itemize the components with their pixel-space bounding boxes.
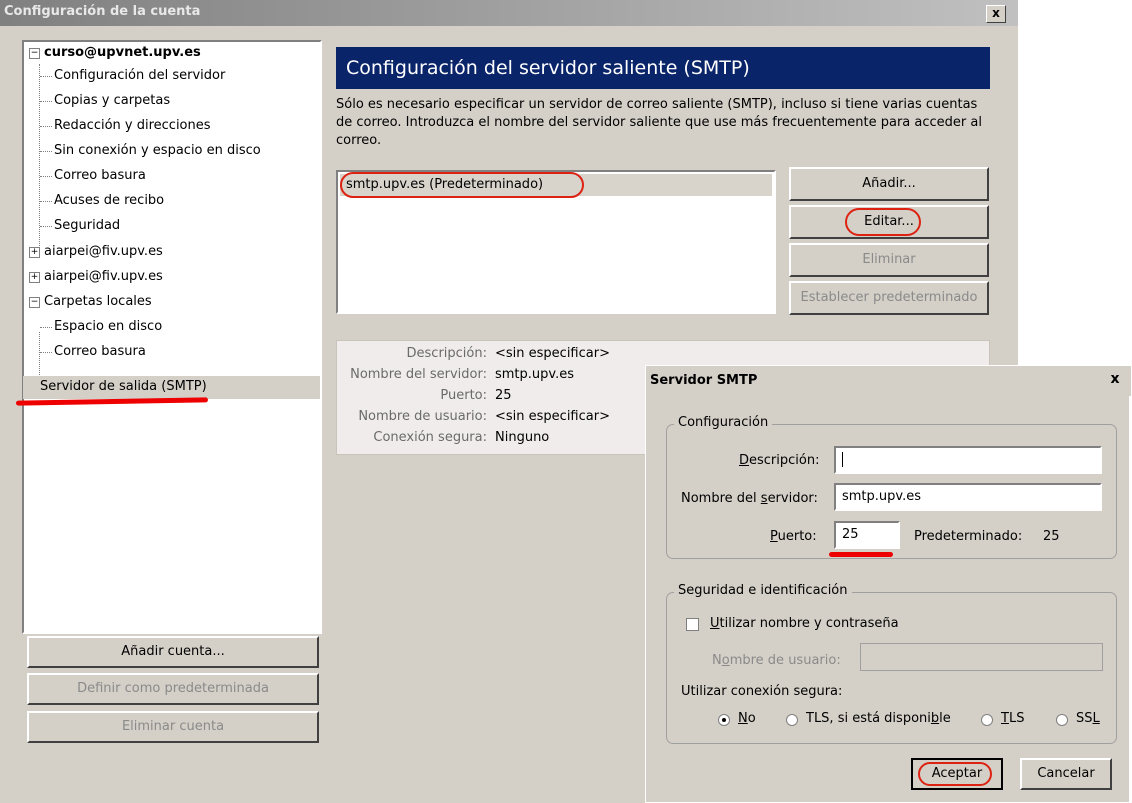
page-title: Configuración del servidor saliente (SMT… [336, 47, 990, 89]
set-default-account-button[interactable]: Definir como predeterminada [27, 673, 319, 705]
default-port-value: 25 [1043, 529, 1060, 544]
radio-tls[interactable] [981, 714, 993, 726]
config-group-legend: Configuración [674, 415, 773, 430]
red-highlight-ring [918, 762, 992, 786]
radio-no[interactable] [718, 714, 730, 726]
set-default-server-button[interactable]: Establecer predeterminado [789, 281, 989, 315]
server-list[interactable]: smtp.upv.es (Predeterminado) [336, 170, 776, 314]
tree-item-junk[interactable]: Correo basura [54, 165, 146, 187]
detail-value: <sin especificar> [495, 346, 610, 361]
add-account-button[interactable]: Añadir cuenta... [27, 636, 319, 668]
tree-line [40, 226, 52, 227]
detail-row: Descripción: <sin especificar> [337, 344, 991, 364]
tree-item-smtp[interactable]: Servidor de salida (SMTP) [40, 376, 207, 398]
collapse-icon[interactable]: − [29, 297, 40, 308]
window-title: Configuración de la cuenta [4, 4, 201, 19]
tree-line [40, 352, 52, 353]
radio-ssl[interactable] [1056, 714, 1068, 726]
tree-line [40, 76, 52, 77]
cancel-button[interactable]: Cancelar [1020, 758, 1112, 790]
tree-line [40, 126, 52, 127]
port-label: Puerto: [770, 529, 817, 544]
port-value: 25 [842, 527, 859, 542]
tree-item-account1[interactable]: curso@upvnet.upv.es [44, 42, 201, 64]
tree-line [40, 101, 52, 102]
detail-label: Puerto: [440, 388, 487, 403]
detail-label: Descripción: [406, 346, 487, 361]
tree-item-server-config[interactable]: Configuración del servidor [54, 65, 225, 87]
red-underline-mark [829, 552, 893, 557]
dialog-title: Servidor SMTP [650, 373, 758, 388]
radio-no-label: No [738, 711, 756, 726]
red-highlight-ring [340, 172, 584, 198]
panel-description: Sólo es necesario especificar un servido… [336, 97, 982, 148]
tree-line [40, 176, 52, 177]
tree-item-copies[interactable]: Copias y carpetas [54, 90, 170, 112]
smtp-server-dialog: Servidor SMTP x Configuración Descripció… [645, 365, 1131, 803]
tree-line [40, 327, 52, 328]
username-label: Nombre de usuario: [712, 653, 841, 668]
tree-line [39, 332, 40, 379]
detail-label: Nombre del servidor: [350, 367, 487, 382]
close-window-button[interactable]: x [986, 5, 1006, 23]
expand-icon[interactable]: + [29, 272, 40, 283]
tree-item-composition[interactable]: Redacción y direcciones [54, 115, 211, 137]
delete-account-button[interactable]: Eliminar cuenta [27, 711, 319, 743]
red-highlight-ring [845, 208, 921, 236]
detail-value: 25 [495, 388, 512, 403]
radio-tls-if-available-label: TLS, si está disponible [806, 711, 951, 726]
server-name-label: Nombre del servidor: [681, 491, 818, 506]
detail-value: <sin especificar> [495, 409, 610, 424]
tree-line [40, 201, 52, 202]
close-dialog-button[interactable]: x [1106, 372, 1124, 388]
radio-ssl-label: SSL [1076, 711, 1100, 726]
tree-item-receipts[interactable]: Acuses de recibo [54, 190, 164, 212]
remove-server-button[interactable]: Eliminar [789, 243, 989, 277]
description-label: Descripción: [739, 453, 820, 468]
description-field[interactable] [834, 446, 1102, 474]
radio-tls-if-available[interactable] [786, 714, 798, 726]
tree-item-account2[interactable]: aiarpei@fiv.upv.es [44, 241, 163, 263]
add-server-button[interactable]: Añadir... [789, 167, 989, 201]
detail-value: Ninguno [495, 430, 550, 445]
secure-connection-label: Utilizar conexión segura: [681, 684, 843, 699]
server-name-field[interactable]: smtp.upv.es [834, 483, 1102, 511]
text-cursor [842, 452, 843, 467]
radio-tls-label: TLS [1001, 711, 1025, 726]
port-field[interactable]: 25 [834, 521, 900, 549]
use-auth-checkbox[interactable] [686, 618, 699, 631]
default-port-label: Predeterminado: [914, 529, 1023, 544]
security-group-legend: Seguridad e identificación [674, 583, 852, 598]
window-titlebar[interactable]: Configuración de la cuenta x [0, 0, 1018, 26]
tree-item-security[interactable]: Seguridad [54, 215, 120, 237]
tree-item-local-folders[interactable]: Carpetas locales [44, 291, 152, 313]
detail-value: smtp.upv.es [495, 367, 574, 382]
tree-item-offline[interactable]: Sin conexión y espacio en disco [54, 140, 261, 162]
use-auth-label: Utilizar nombre y contraseña [710, 616, 899, 631]
account-tree-items: − curso@upvnet.upv.es Configuración del … [15, 42, 324, 632]
collapse-icon[interactable]: − [29, 48, 40, 59]
username-field[interactable] [860, 643, 1103, 671]
tree-item-account3[interactable]: aiarpei@fiv.upv.es [44, 266, 163, 288]
server-name-value: smtp.upv.es [842, 489, 921, 504]
tree-item-disk-space[interactable]: Espacio en disco [54, 316, 162, 338]
detail-label: Conexión segura: [373, 430, 487, 445]
tree-item-local-junk[interactable]: Correo basura [54, 341, 146, 363]
tree-line [40, 151, 52, 152]
dialog-titlebar[interactable]: Servidor SMTP x [646, 366, 1131, 396]
detail-label: Nombre de usuario: [358, 409, 487, 424]
expand-icon[interactable]: + [29, 247, 40, 258]
